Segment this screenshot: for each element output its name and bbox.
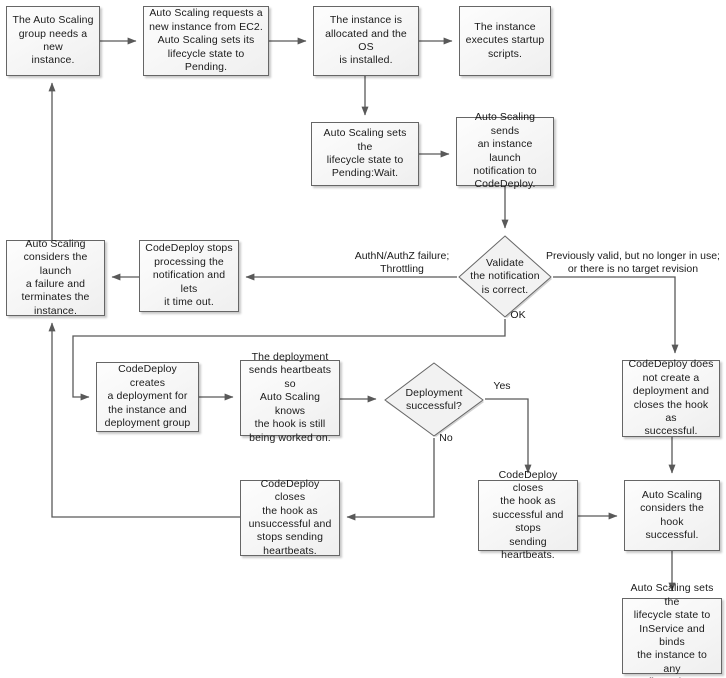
node-label-deployment-successful: Deployment successful? [405,386,463,412]
node-asg-sends-notification: Auto Scaling sends an instance launch no… [456,111,554,190]
node-instance-allocated: The instance is allocated and the OS is … [313,6,419,76]
edge-label-yes-label: Yes [493,380,511,392]
node-asg-inservice: Auto Scaling sets the lifecycle state to… [622,582,722,678]
node-asg-hook-successful: Auto Scaling considers the hook successf… [624,480,720,551]
edge-label-authn-authz-failure: AuthN/AuthZ failure; Throttling [354,250,450,276]
node-label-asg-hook-successful: Auto Scaling considers the hook successf… [640,488,704,541]
flowchart-diagram: The Auto Scaling group needs a new insta… [0,0,726,678]
node-label-codedeploy-no-deployment: CodeDeploy does not create a deployment … [628,358,714,438]
node-label-validate-notification: Validate the notification is correct. [470,256,540,296]
node-validate-notification: Validate the notification is correct. [457,235,553,319]
node-label-asg-sends-notification: Auto Scaling sends an instance launch no… [473,111,537,191]
node-codedeploy-closes-successful: CodeDeploy closes the hook as successful… [478,469,578,561]
node-label-asg-launch-failure: Auto Scaling considers the launch a fail… [21,237,90,317]
edge-e-decision-yes [485,398,532,474]
node-label-codedeploy-creates-deployment: CodeDeploy creates a deployment for the … [104,363,191,430]
node-codedeploy-closes-unsuccessful: CodeDeploy closes the hook as unsuccessf… [240,477,340,557]
edge-layer [48,37,679,592]
edge-e-validate-no-revision [553,276,679,354]
edge-label-previously-valid: Previously valid, but no longer in use; … [546,250,720,276]
edge-e-decision-no [346,438,435,521]
node-deployment-heartbeats: The deployment sends heartbeats so Auto … [240,351,340,444]
node-asg-requests-instance: Auto Scaling requests a new instance fro… [143,6,269,76]
node-label-deployment-heartbeats: The deployment sends heartbeats so Auto … [248,351,332,444]
node-instance-startup-scripts: The instance executes startup scripts. [459,6,551,76]
node-codedeploy-creates-deployment: CodeDeploy creates a deployment for the … [96,362,199,432]
node-asg-needs-instance: The Auto Scaling group needs a new insta… [6,6,100,76]
edge-label-ok-label: OK [510,309,526,321]
node-deployment-successful: Deployment successful? [383,362,485,438]
node-codedeploy-stops-processing: CodeDeploy stops processing the notifica… [139,240,239,312]
node-label-asg-needs-instance: The Auto Scaling group needs a new insta… [12,14,94,67]
node-label-asg-inservice: Auto Scaling sets the lifecycle state to… [630,582,714,678]
node-label-instance-startup-scripts: The instance executes startup scripts. [465,20,545,60]
node-label-asg-requests-instance: Auto Scaling requests a new instance fro… [149,7,263,74]
node-label-asg-pending-wait: Auto Scaling sets the lifecycle state to… [323,127,407,180]
node-label-codedeploy-stops-processing: CodeDeploy stops processing the notifica… [145,242,233,309]
node-asg-pending-wait: Auto Scaling sets the lifecycle state to… [311,122,419,186]
node-asg-launch-failure: Auto Scaling considers the launch a fail… [6,237,105,317]
edge-label-no-label: No [439,432,453,444]
node-codedeploy-no-deployment: CodeDeploy does not create a deployment … [622,358,720,438]
node-label-codedeploy-closes-unsuccessful: CodeDeploy closes the hook as unsuccessf… [248,477,332,557]
node-label-instance-allocated: The instance is allocated and the OS is … [325,14,407,67]
node-label-codedeploy-closes-successful: CodeDeploy closes the hook as successful… [492,468,564,562]
